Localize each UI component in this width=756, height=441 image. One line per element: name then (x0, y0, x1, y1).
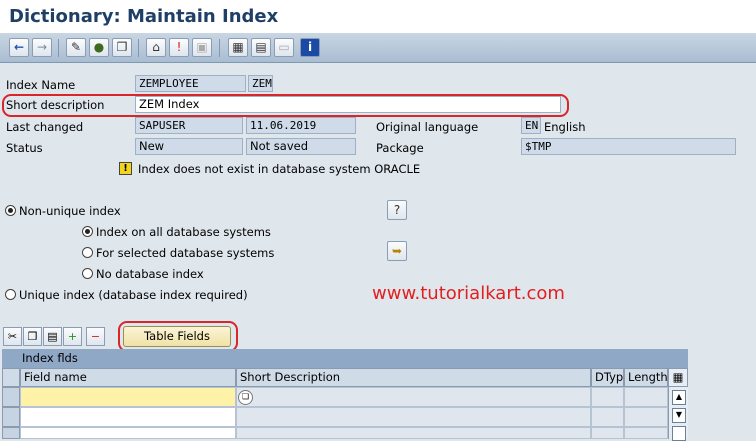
scroll-up-icon[interactable]: ▲ (672, 390, 686, 405)
copy-icon[interactable]: ❐ (23, 327, 42, 346)
field-name-input[interactable] (20, 387, 236, 407)
other-object-icon[interactable]: ● (89, 38, 109, 57)
object-list-icon[interactable]: ▣ (192, 38, 212, 57)
layout-icon[interactable]: ▭ (274, 38, 294, 57)
select-all-cell[interactable] (2, 368, 20, 387)
non-unique-index-radio[interactable] (5, 205, 16, 216)
check-icon[interactable]: ! (169, 38, 189, 57)
package-label: Package (376, 141, 424, 155)
cut-icon[interactable]: ✂ (3, 327, 22, 346)
dtyp-cell (591, 387, 624, 407)
activate-icon[interactable]: ❐ (112, 38, 132, 57)
column-settings-icon[interactable]: ▦ (668, 368, 688, 387)
length-cell (624, 407, 668, 427)
non-unique-index-label: Non-unique index (19, 204, 121, 218)
window-title: Dictionary: Maintain Index (9, 6, 279, 27)
where-used-icon[interactable]: ⌂ (146, 38, 166, 57)
scroll-down-icon[interactable]: ▼ (672, 408, 686, 423)
short-description-cell (236, 407, 591, 427)
col-length[interactable]: Length (624, 368, 668, 387)
watermark-text: www.tutorialkart.com (372, 283, 565, 304)
save-status-field: Not saved (246, 138, 356, 155)
grid-title: Index flds (2, 349, 688, 368)
original-language-label: Original language (376, 120, 479, 134)
short-description-cell: ❏ (236, 387, 591, 407)
last-changed-label: Last changed (6, 120, 84, 134)
vertical-scrollbar[interactable]: ▲ ▼ (668, 387, 688, 441)
dtyp-cell (591, 427, 624, 439)
col-field-name[interactable]: Field name (20, 368, 236, 387)
db-list-arrow-icon[interactable]: ➥ (387, 241, 407, 261)
index-all-db-label: Index on all database systems (96, 225, 271, 239)
warning-icon: ! (119, 162, 132, 175)
last-changed-user-field: SAPUSER (135, 117, 243, 134)
status-label: Status (6, 141, 43, 155)
unique-index-label: Unique index (database index required) (19, 288, 248, 302)
search-help-icon[interactable]: ❏ (238, 390, 253, 405)
display-object-icon[interactable]: ▤ (251, 38, 271, 57)
index-all-db-radio[interactable] (82, 226, 93, 237)
row-selector[interactable] (2, 407, 20, 427)
application-toolbar: ← → ✎ ● ❐ ⌂ ! ▣ ▦ ▤ ▭ i (0, 33, 756, 63)
edit-toggle-icon[interactable]: ✎ (66, 38, 86, 57)
index-id-field: ZEM (248, 75, 273, 92)
selected-db-radio[interactable] (82, 247, 93, 258)
no-db-index-label: No database index (96, 267, 204, 281)
short-description-label: Short description (6, 98, 105, 112)
package-field: $TMP (521, 138, 736, 155)
original-language-name: English (544, 120, 586, 134)
short-description-cell (236, 427, 591, 439)
field-name-input[interactable] (20, 427, 236, 439)
info-icon[interactable]: i (300, 38, 320, 57)
row-selector[interactable] (2, 427, 20, 439)
no-db-index-radio[interactable] (82, 268, 93, 279)
col-short-description[interactable]: Short Description (236, 368, 591, 387)
col-dtyp[interactable]: DTyp (591, 368, 624, 387)
status-field: New (135, 138, 243, 155)
title-bar: Dictionary: Maintain Index (0, 0, 756, 33)
back-arrow-icon[interactable]: ← (9, 38, 29, 57)
paste-icon[interactable]: ▤ (43, 327, 62, 346)
length-cell (624, 387, 668, 407)
original-language-code-field: EN (521, 117, 541, 134)
length-cell (624, 427, 668, 439)
last-changed-date-field: 11.06.2019 (246, 117, 356, 134)
warning-message: Index does not exist in database system … (138, 162, 421, 176)
short-description-input[interactable]: ZEM Index (135, 96, 561, 113)
insert-row-icon[interactable]: + (63, 327, 82, 346)
unique-index-radio[interactable] (5, 289, 16, 300)
index-name-label: Index Name (6, 78, 76, 92)
selected-db-label: For selected database systems (96, 246, 275, 260)
delete-row-icon[interactable]: − (86, 327, 105, 346)
field-name-input[interactable] (20, 407, 236, 427)
row-selector[interactable] (2, 387, 20, 407)
index-name-field: ZEMPLOYEE (135, 75, 246, 92)
table-fields-button[interactable]: Table Fields (123, 326, 231, 347)
forward-arrow-icon[interactable]: → (32, 38, 52, 57)
hierarchy-icon[interactable]: ▦ (228, 38, 248, 57)
help-icon[interactable]: ? (387, 200, 407, 220)
dtyp-cell (591, 407, 624, 427)
